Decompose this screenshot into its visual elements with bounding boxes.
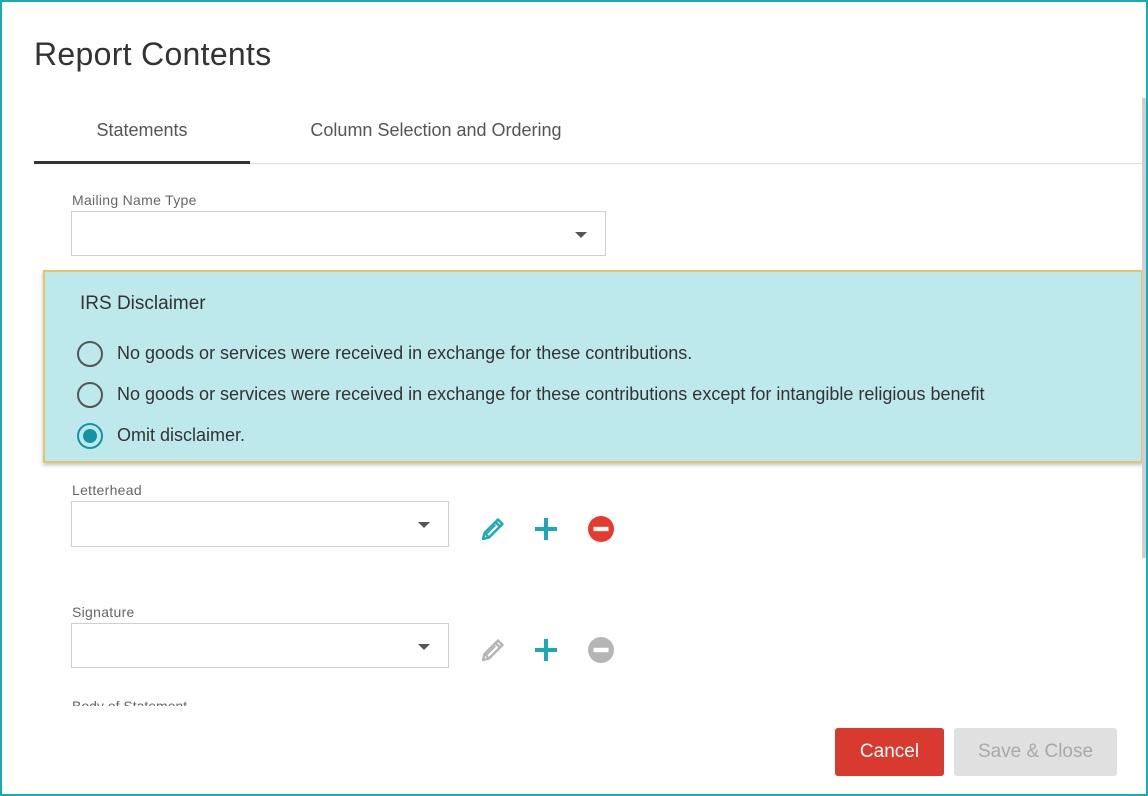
irs-disclaimer-panel: IRS Disclaimer No goods or services were… bbox=[43, 270, 1143, 463]
body-of-statement-text: Body of Statement bbox=[72, 698, 188, 706]
signature-label: Signature bbox=[72, 604, 135, 620]
radio-button[interactable] bbox=[77, 341, 103, 367]
mailing-name-type-select[interactable] bbox=[71, 211, 606, 256]
body-of-statement-label: Body of Statement bbox=[72, 696, 187, 706]
radio-button-selected[interactable] bbox=[77, 423, 103, 449]
radio-label: No goods or services were received in ex… bbox=[117, 384, 985, 404]
pencil-icon bbox=[481, 518, 504, 541]
remove-signature-button[interactable] bbox=[586, 635, 616, 665]
minus-circle-icon bbox=[588, 516, 614, 542]
remove-letterhead-button[interactable] bbox=[586, 514, 616, 544]
mailing-name-type-label: Mailing Name Type bbox=[72, 192, 197, 208]
chevron-down-icon bbox=[418, 643, 430, 650]
edit-letterhead-button[interactable] bbox=[478, 514, 508, 544]
edit-signature-button[interactable] bbox=[478, 635, 508, 665]
radio-label: No goods or services were received in ex… bbox=[117, 343, 693, 363]
add-signature-button[interactable] bbox=[531, 635, 561, 665]
tab-column-selection[interactable]: Column Selection and Ordering bbox=[266, 102, 606, 164]
letterhead-label: Letterhead bbox=[72, 482, 142, 498]
chevron-down-icon bbox=[575, 231, 587, 238]
tab-bar: Statements Column Selection and Ordering bbox=[34, 102, 1146, 164]
tab-statements[interactable]: Statements bbox=[34, 102, 250, 164]
add-letterhead-button[interactable] bbox=[531, 514, 561, 544]
letterhead-select[interactable] bbox=[71, 501, 449, 547]
cancel-button[interactable]: Cancel bbox=[835, 728, 944, 776]
dialog-title: Report Contents bbox=[34, 36, 272, 72]
pencil-icon bbox=[481, 639, 504, 662]
plus-icon bbox=[535, 518, 557, 540]
report-contents-dialog: Report Contents Statements Column Select… bbox=[0, 0, 1148, 796]
radio-button[interactable] bbox=[77, 382, 103, 408]
minus-circle-icon bbox=[588, 637, 614, 663]
plus-icon bbox=[535, 639, 557, 661]
irs-disclaimer-title: IRS Disclaimer bbox=[80, 293, 206, 314]
scrollbar[interactable] bbox=[1142, 98, 1146, 558]
save-and-close-button[interactable]: Save & Close bbox=[954, 728, 1117, 776]
signature-select[interactable] bbox=[71, 623, 449, 668]
chevron-down-icon bbox=[418, 522, 430, 528]
radio-label: Omit disclaimer. bbox=[117, 425, 246, 445]
